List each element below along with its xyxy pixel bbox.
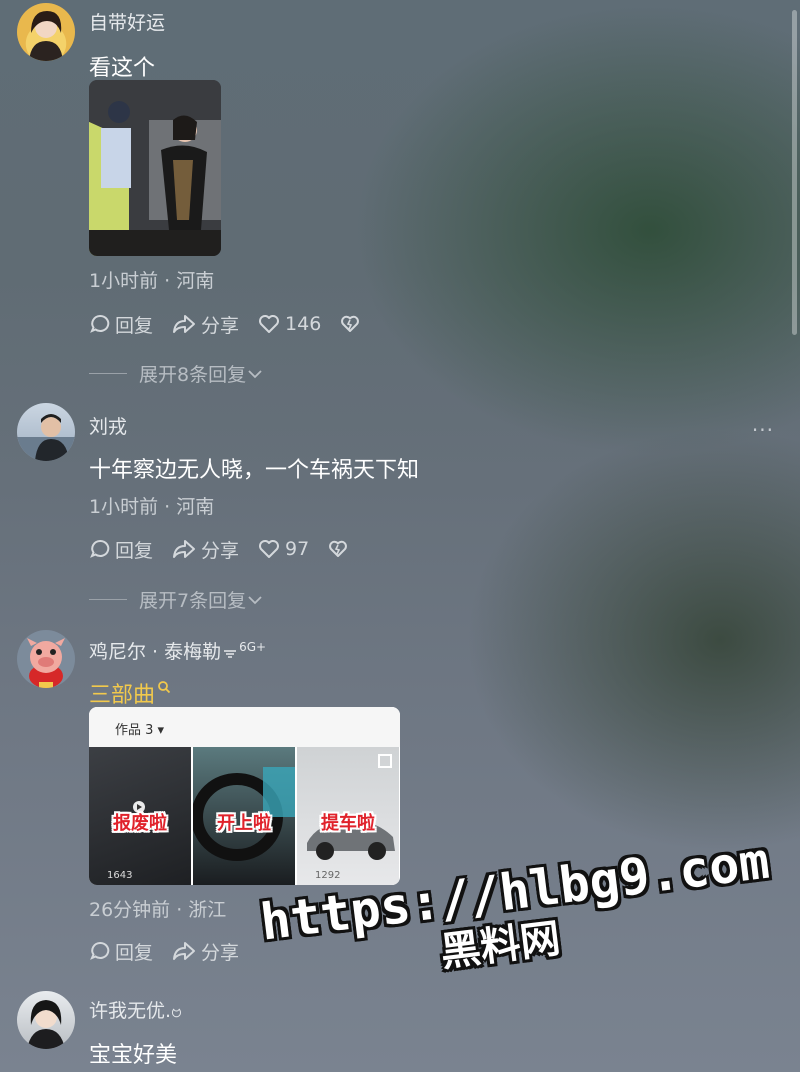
like-button[interactable]: 146 xyxy=(257,313,321,335)
avatar[interactable] xyxy=(17,3,75,61)
reply-label: 回复 xyxy=(115,941,154,964)
share-button[interactable]: 分享 xyxy=(171,536,239,563)
comment-actions: 回复 分享 97 xyxy=(89,536,371,562)
more-options-button[interactable]: ··· xyxy=(752,418,774,442)
network-tag: 6G+ xyxy=(239,639,267,654)
share-label: 分享 xyxy=(201,941,240,964)
share-label: 分享 xyxy=(201,539,240,562)
search-icon xyxy=(158,680,171,693)
expand-replies[interactable]: 展开7条回复 xyxy=(89,586,264,613)
reply-button[interactable]: 回复 xyxy=(89,311,153,338)
signal-icon xyxy=(224,650,237,658)
works-card[interactable]: 作品 3 ▾ 报废啦 1643 开上啦 提车啦 1292 xyxy=(89,707,400,885)
comment-meta: 1小时前 · 河南 xyxy=(89,270,215,292)
comment-text[interactable]: 三部曲 xyxy=(89,677,171,709)
comment-username[interactable]: 许我无优.ဗ xyxy=(89,996,182,1027)
comment-image[interactable] xyxy=(89,80,221,256)
broken-heart-icon xyxy=(329,540,348,557)
expand-replies[interactable]: 展开8条回复 xyxy=(89,360,264,387)
tile-label: 报废啦 xyxy=(113,813,167,834)
avatar-image xyxy=(27,1000,65,1049)
expand-label: 展开8条回复 xyxy=(139,364,247,386)
video-tile[interactable]: 开上啦 xyxy=(193,747,295,885)
works-card-header: 作品 3 ▾ xyxy=(89,707,400,747)
comment-bubble-icon xyxy=(90,941,110,960)
share-arrow-icon xyxy=(173,540,196,558)
avatar-image xyxy=(17,414,75,461)
avatar[interactable] xyxy=(17,630,75,688)
share-button[interactable]: 分享 xyxy=(171,311,239,338)
username-text: 鸡尼尔 · 泰梅勒 xyxy=(89,641,222,663)
comment-text: 看这个 xyxy=(89,56,156,81)
share-label: 分享 xyxy=(201,314,240,337)
video-tile[interactable]: 提车啦 1292 xyxy=(297,747,399,885)
comment-meta: 26分钟前 · 浙江 xyxy=(89,899,227,921)
avatar[interactable] xyxy=(17,403,75,461)
like-count: 97 xyxy=(285,538,310,560)
reply-label: 回复 xyxy=(115,314,154,337)
reply-label: 回复 xyxy=(115,539,154,562)
expand-label: 展开7条回复 xyxy=(139,590,247,612)
share-arrow-icon xyxy=(173,942,196,960)
tile-label: 开上啦 xyxy=(217,813,271,834)
comment-actions: 回复 分享 146 xyxy=(89,311,383,337)
divider xyxy=(89,599,127,600)
avatar-image xyxy=(27,638,65,688)
share-button[interactable]: 分享 xyxy=(171,938,239,965)
heart-icon xyxy=(259,540,280,558)
chevron-down-icon xyxy=(248,595,262,604)
tile-count: 1292 xyxy=(315,870,341,881)
video-tile[interactable]: 报废啦 1643 xyxy=(89,747,191,885)
like-count: 146 xyxy=(285,313,322,335)
dislike-button[interactable] xyxy=(339,313,365,335)
comment-bubble-icon xyxy=(90,314,110,333)
comment-text: 宝宝好美 xyxy=(89,1043,178,1068)
broken-heart-icon xyxy=(341,315,360,332)
username-text: 许我无优. xyxy=(89,1000,172,1022)
comment-actions: 回复 分享 xyxy=(89,938,257,964)
dislike-button[interactable] xyxy=(327,538,353,560)
tile-label: 提车啦 xyxy=(321,813,375,834)
avatar[interactable] xyxy=(17,991,75,1049)
username-suffix: ဗ xyxy=(171,1000,182,1022)
divider xyxy=(89,373,127,374)
comment-username[interactable]: 刘戎 xyxy=(89,412,127,439)
works-count-label[interactable]: 作品 3 ▾ xyxy=(115,719,164,738)
comment-username[interactable]: 鸡尼尔 · 泰梅勒 6G+ xyxy=(89,637,266,664)
comment-text: 十年察边无人晓，一个车祸天下知 xyxy=(89,458,420,483)
avatar-image xyxy=(29,11,63,61)
share-arrow-icon xyxy=(173,315,196,333)
comment-bubble-icon xyxy=(90,539,110,558)
scrollbar[interactable] xyxy=(792,10,797,335)
highlight-link[interactable]: 三部曲 xyxy=(89,683,155,708)
heart-icon xyxy=(259,315,280,333)
reply-button[interactable]: 回复 xyxy=(89,536,153,563)
like-button[interactable]: 97 xyxy=(257,538,309,560)
chevron-down-icon xyxy=(248,369,262,378)
reply-button[interactable]: 回复 xyxy=(89,938,153,965)
comment-username[interactable]: 自带好运 xyxy=(89,8,165,35)
tile-count: 1643 xyxy=(107,870,133,881)
comment-meta: 1小时前 · 河南 xyxy=(89,496,215,518)
